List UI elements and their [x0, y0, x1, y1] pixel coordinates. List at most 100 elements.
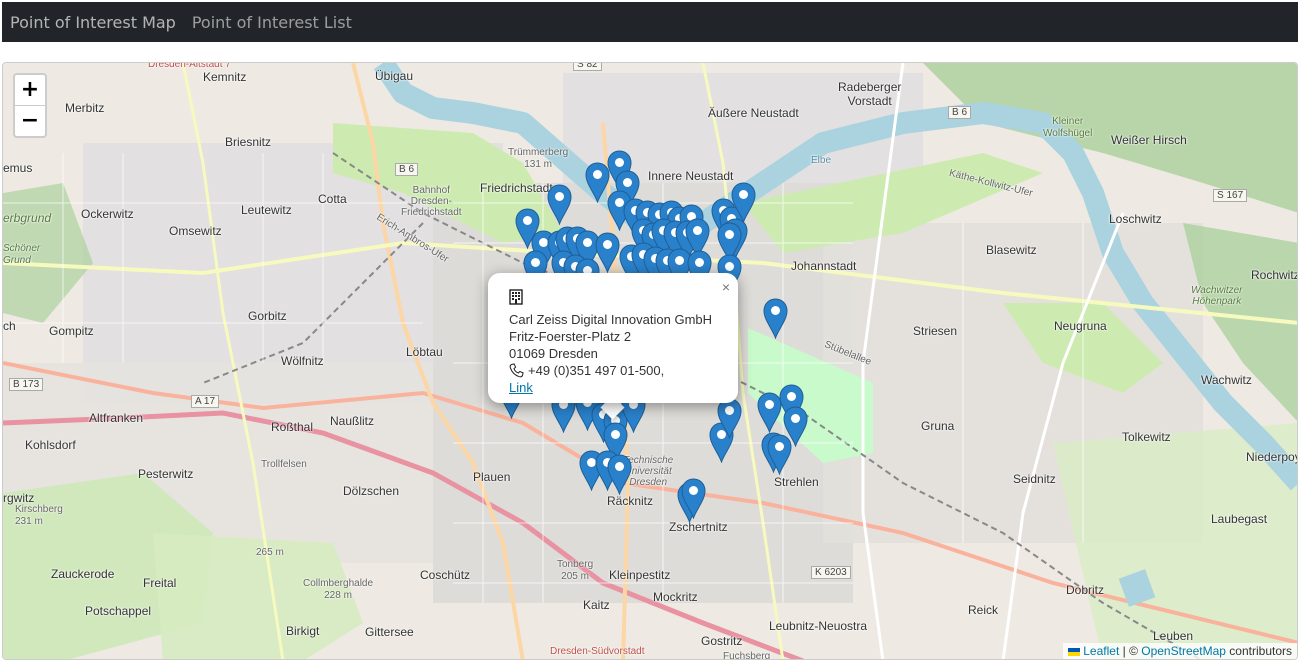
map-label: Friedrichstadt [480, 181, 553, 195]
map-label: Striesen [913, 324, 958, 338]
map-label: Kaitz [583, 598, 610, 612]
map-label: Plauen [473, 470, 511, 484]
map-label: Dresden-Altstadt 7 [148, 62, 231, 70]
road-sign: S 167 [1213, 189, 1248, 202]
zoom-control: + − [13, 73, 47, 138]
poi-street: Fritz-Foerster-Platz 2 [509, 329, 632, 344]
road-sign: K 6203 [811, 566, 851, 579]
map-label: Wachwitzer Höhenpark [1191, 285, 1243, 307]
map-label: Leutewitz [241, 203, 292, 217]
map-label: 265 m [256, 547, 284, 558]
map-label: Laubegast [1211, 512, 1268, 526]
map-label: Coschütz [420, 568, 471, 582]
map-label: Kleinpestitz [609, 568, 671, 582]
map-label: Löbtau [406, 345, 443, 359]
poi-city: 01069 Dresden [509, 346, 598, 361]
map-label: emus [3, 161, 33, 175]
map-label: Potschappel [85, 604, 152, 618]
map-label: Trollfelsen [261, 459, 307, 470]
map-label: Tolkewitz [1122, 430, 1171, 444]
nav-link-list[interactable]: Point of Interest List [192, 13, 352, 32]
map-label: Kohlsdorf [25, 438, 76, 452]
map-label: Pesterwitz [138, 467, 194, 481]
map-label: Niederpoy [1246, 450, 1298, 464]
map-marker-icon[interactable] [763, 298, 788, 340]
map-label: Weißer Hirsch [1111, 133, 1187, 147]
poi-popup: × Carl Zeiss Digital Innovation GmbH Fri… [488, 273, 738, 403]
map-label: rgwitz [3, 491, 35, 505]
poi-link[interactable]: Link [509, 380, 533, 395]
map-attribution: Leaflet | © OpenStreetMap contributors [1063, 643, 1297, 659]
map-label: Mockritz [653, 590, 698, 604]
osm-link[interactable]: OpenStreetMap [1141, 644, 1226, 658]
map-label: Tonberg 205 m [557, 559, 594, 582]
leaflet-link[interactable]: Leaflet [1083, 644, 1119, 658]
map-label: Johannstadt [791, 259, 857, 273]
map-marker-icon[interactable] [547, 184, 572, 226]
map-label: Gruna [921, 419, 955, 433]
map-label: Elbe [811, 155, 832, 166]
road-sign: B 6 [395, 163, 419, 176]
zoom-out-button[interactable]: − [15, 106, 45, 136]
map-label: Neugruna [1054, 319, 1107, 333]
map-label: Kirschberg 231 m [15, 504, 63, 527]
map-label: Gittersee [365, 625, 414, 639]
map-label: Radeberger Vorstadt [838, 80, 902, 108]
map-label: Kemnitz [203, 70, 247, 84]
map-label: Freital [143, 576, 177, 590]
map-label: Zauckerode [51, 567, 115, 581]
building-icon [509, 289, 712, 309]
phone-icon [509, 363, 524, 378]
poi-name: Carl Zeiss Digital Innovation GmbH [509, 312, 713, 327]
map-marker-icon[interactable] [731, 182, 756, 224]
poi-map[interactable]: Dresden-Altstadt 7 Kemnitz Übigau S 82 R… [2, 62, 1298, 660]
map-marker-icon[interactable] [681, 478, 706, 520]
road-sign: B 6 [948, 106, 972, 119]
map-label: Ockerwitz [81, 207, 134, 221]
map-label: Merbitz [65, 101, 105, 115]
map-label: Dresden-Südvorstadt [550, 646, 645, 657]
poi-phone-row: +49 (0)351 497 01-500, [509, 362, 712, 379]
map-label: Blasewitz [986, 243, 1037, 257]
map-marker-icon[interactable] [717, 398, 742, 440]
top-navbar: Point of Interest Map Point of Interest … [2, 2, 1298, 42]
zoom-in-button[interactable]: + [15, 75, 45, 106]
map-marker-icon[interactable] [607, 454, 632, 496]
map-marker-icon[interactable] [767, 434, 792, 476]
map-label: Bahnhof Dresden- Friedrichstadt [401, 185, 462, 218]
road-sign: S 82 [573, 63, 602, 71]
attribution-suffix: contributors [1225, 644, 1292, 658]
road-sign: A 17 [191, 395, 220, 408]
map-label: Rochwitz [1251, 268, 1298, 282]
popup-close-button[interactable]: × [722, 279, 730, 295]
map-label: Innere Neustadt [648, 169, 734, 183]
map-label: Kleiner Wolfshügel [1043, 116, 1093, 139]
map-label: Loschwitz [1109, 212, 1162, 226]
map-label: ch [3, 319, 16, 333]
map-label: Leubnitz-Neuostra [769, 619, 868, 633]
attribution-separator: | © [1119, 644, 1142, 658]
map-label: Äußere Neustadt [708, 106, 799, 120]
map-label: Roßthal [271, 420, 314, 434]
map-label: Cotta [318, 192, 347, 206]
map-label: Schöner Grund [3, 243, 41, 266]
map-label: erbgrund [3, 211, 52, 225]
map-label: Übigau [375, 69, 414, 83]
road-sign: B 173 [9, 378, 44, 391]
map-label: Seidnitz [1013, 472, 1056, 486]
ukraine-flag-icon [1068, 647, 1081, 656]
map-label: Fuchsberg [723, 651, 771, 660]
map-label: Gorbitz [248, 309, 287, 323]
map-label: Naußlitz [330, 414, 375, 428]
map-label: Briesnitz [225, 135, 272, 149]
map-label: Gompitz [49, 324, 94, 338]
map-label: Altfranken [89, 411, 144, 425]
popup-content: Carl Zeiss Digital Innovation GmbH Fritz… [509, 289, 712, 396]
nav-link-map[interactable]: Point of Interest Map [10, 13, 176, 32]
map-label: Strehlen [774, 475, 819, 489]
map-label: Wölfnitz [281, 354, 324, 368]
map-label: Trümmerberg 131 m [508, 147, 569, 170]
map-label: Collmberghalde 228 m [303, 578, 374, 601]
map-label: Reick [968, 603, 999, 617]
map-label: Wachwitz [1201, 373, 1252, 387]
